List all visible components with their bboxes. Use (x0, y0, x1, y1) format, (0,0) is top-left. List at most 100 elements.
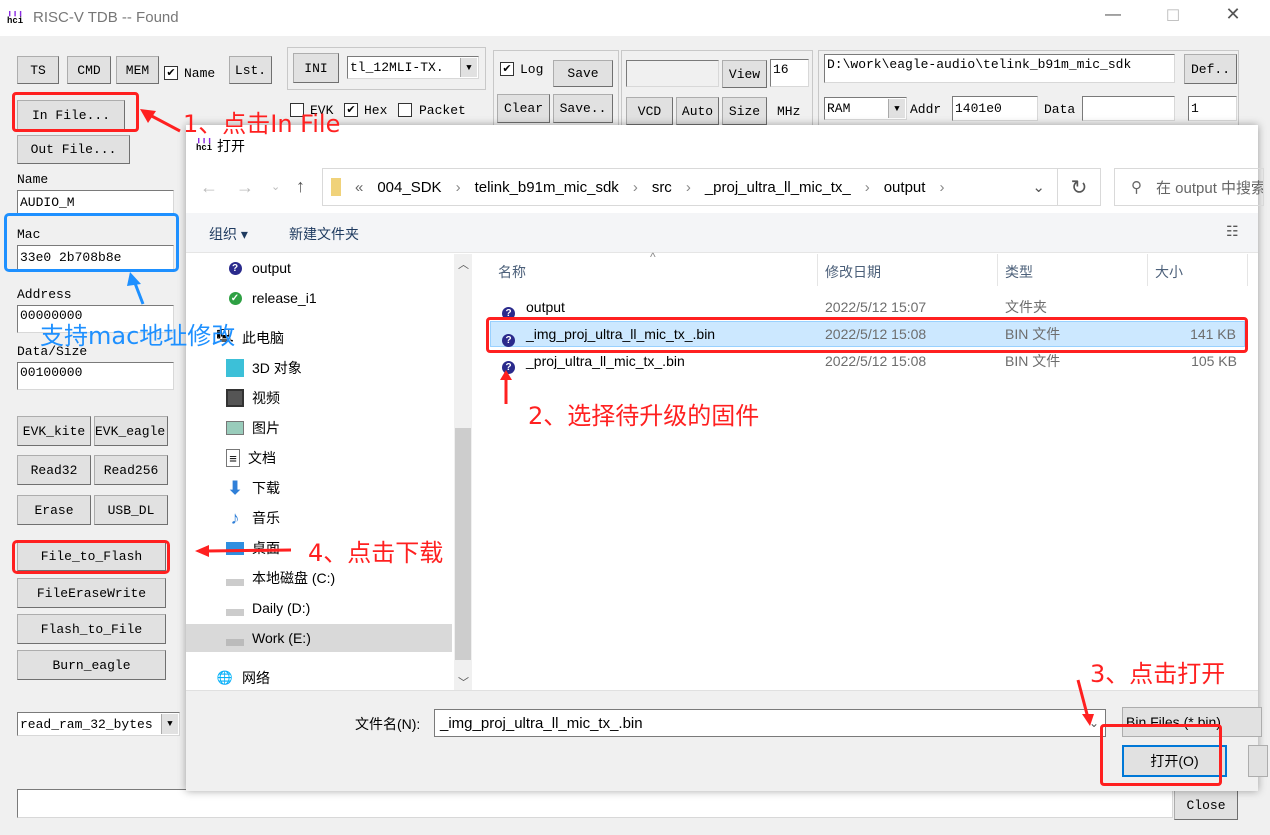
search-icon: ⚲ (1131, 179, 1142, 196)
column-divider[interactable] (1147, 254, 1148, 286)
tree-item-drive-c[interactable]: 本地磁盘 (C:) (186, 564, 452, 592)
address-bar[interactable]: « 004_SDK › telink_b91m_mic_sdk › src › _pr… (322, 168, 1058, 206)
out-file-button[interactable]: Out File... (17, 135, 130, 164)
tree-item-drive-e[interactable]: Work (E:) (186, 624, 452, 652)
chevron-down-icon: ▼ (460, 58, 477, 77)
column-type[interactable]: 类型 (1005, 262, 1033, 282)
close-button[interactable]: ✕ (1218, 4, 1248, 28)
datasize-input[interactable]: 00100000 (17, 362, 174, 390)
recent-dropdown[interactable]: ⌄ (271, 180, 280, 193)
burn-eagle-button[interactable]: Burn_eagle (17, 650, 166, 680)
clear-button[interactable]: Clear (497, 94, 550, 123)
chevron-down-icon: ▼ (888, 99, 905, 118)
tree-item-documents[interactable]: ≡ 文档 (186, 444, 452, 472)
mhz-label: MHz (777, 104, 801, 119)
search-box[interactable]: ⚲ 在 output 中搜索 (1114, 168, 1264, 206)
back-button[interactable]: ← (200, 177, 218, 198)
tree-item-videos[interactable]: 视频 (186, 384, 452, 412)
view-button[interactable]: View (722, 60, 767, 88)
chevron-down-icon[interactable]: ⌄ (1032, 178, 1045, 196)
maximize-button[interactable]: ☐ (1158, 6, 1188, 30)
save-button[interactable]: Save (553, 60, 613, 87)
lst-button[interactable]: Lst. (229, 56, 272, 84)
scroll-thumb[interactable] (455, 428, 471, 660)
file-erase-write-button[interactable]: FileEraseWrite (17, 578, 166, 608)
packet-label: Packet (419, 103, 466, 118)
command-input[interactable] (17, 789, 1173, 818)
evk-eagle-button[interactable]: EVK_eagle (94, 416, 168, 446)
tree-item-drive-d[interactable]: Daily (D:) (186, 594, 452, 622)
size-button[interactable]: Size (722, 97, 767, 125)
evk-kite-button[interactable]: EVK_kite (17, 416, 91, 446)
folder-check-icon: ✓ (226, 289, 244, 307)
tree-item-network[interactable]: 🌐 网络 (186, 664, 452, 690)
status-field (626, 60, 719, 87)
column-divider[interactable] (997, 254, 998, 286)
cancel-button[interactable] (1248, 745, 1268, 777)
command-select[interactable]: read_ram_32_bytes ▼ (17, 712, 180, 736)
refresh-button[interactable]: ↻ (1058, 168, 1101, 206)
tree-item-pictures[interactable]: 图片 (186, 414, 452, 442)
ini-button[interactable]: INI (293, 53, 339, 83)
tree-item-3d[interactable]: 3D 对象 (186, 354, 452, 382)
annotation-arrow-2 (500, 370, 512, 404)
ts-button[interactable]: TS (17, 56, 59, 84)
addr-label: Addr (910, 102, 942, 117)
tree-item-music[interactable]: ♪ 音乐 (186, 504, 452, 532)
read32-button[interactable]: Read32 (17, 455, 91, 485)
erase-button[interactable]: Erase (17, 495, 91, 525)
save-as-button[interactable]: Save.. (553, 94, 613, 123)
network-icon: 🌐 (216, 670, 234, 685)
new-folder-button[interactable]: 新建文件夹 (289, 224, 359, 244)
dialog-title: 打开 (217, 138, 245, 154)
tree-item-release[interactable]: ✓ release_i1 (186, 284, 452, 312)
minimize-button[interactable]: — (1098, 6, 1128, 30)
tree-item-downloads[interactable]: ⬇ 下载 (186, 474, 452, 502)
breadcrumb-item[interactable]: output (884, 179, 926, 196)
cmd-button[interactable]: CMD (67, 56, 111, 84)
name-checkbox[interactable]: ✔ (164, 66, 178, 80)
ini-select[interactable]: tl_12MLI-TX. ▼ (347, 56, 479, 79)
packet-checkbox[interactable] (398, 103, 412, 117)
forward-button[interactable]: → (236, 177, 254, 198)
breadcrumb-item[interactable]: src (652, 179, 672, 196)
name-input[interactable]: AUDIO_M (17, 190, 174, 215)
column-size[interactable]: 大小 (1155, 262, 1183, 282)
annotation-arrow-1 (140, 109, 181, 133)
nav-scrollbar[interactable]: ︿ ﹀ (454, 254, 472, 690)
flash-to-file-button[interactable]: Flash_to_File (17, 614, 166, 644)
column-name[interactable]: 名称 (498, 262, 526, 282)
data-input[interactable] (1082, 96, 1175, 121)
scroll-up-icon[interactable]: ︿ (458, 256, 469, 272)
auto-button[interactable]: Auto (676, 97, 719, 125)
close-app-button[interactable]: Close (1174, 790, 1238, 820)
scroll-down-icon[interactable]: ﹀ (458, 674, 469, 690)
memory-type-select[interactable]: RAM ▼ (824, 97, 907, 120)
path-input[interactable]: D:\work\eagle-audio\telink_b91m_mic_sdk (824, 54, 1175, 83)
address-label: Address (17, 287, 72, 302)
read256-button[interactable]: Read256 (94, 455, 168, 485)
breadcrumb-item[interactable]: telink_b91m_mic_sdk (475, 179, 619, 196)
usb-dl-button[interactable]: USB_DL (94, 495, 168, 525)
data-label: Data (1044, 102, 1076, 117)
tree-item-output[interactable]: ? output (186, 254, 452, 282)
column-divider[interactable] (1247, 254, 1248, 286)
up-button[interactable]: ↑ (296, 176, 305, 197)
def-button[interactable]: Def.. (1184, 54, 1237, 84)
vcd-button[interactable]: VCD (626, 97, 673, 125)
view-input[interactable]: 16 (770, 59, 809, 87)
log-checkbox[interactable]: ✔ (500, 62, 514, 76)
breadcrumb-overflow[interactable]: « (355, 179, 363, 196)
mem-button[interactable]: MEM (116, 56, 159, 84)
column-divider[interactable] (817, 254, 818, 286)
addr-input[interactable]: 1401e0 (952, 96, 1038, 121)
breadcrumb-item[interactable]: _proj_ultra_ll_mic_tx_ (705, 179, 851, 196)
breadcrumb-item[interactable]: 004_SDK (377, 179, 441, 196)
app-logo: ╻╻╻ hci (7, 7, 24, 26)
count-input[interactable]: 1 (1188, 96, 1237, 121)
view-options-icon[interactable]: ☷ (1226, 223, 1239, 240)
filename-input[interactable]: _img_proj_ultra_ll_mic_tx_.bin ⌄ (434, 709, 1106, 737)
organize-menu[interactable]: 组织 ▾ (209, 224, 248, 244)
column-date[interactable]: 修改日期 (825, 262, 881, 282)
hex-checkbox[interactable]: ✔ (344, 103, 358, 117)
